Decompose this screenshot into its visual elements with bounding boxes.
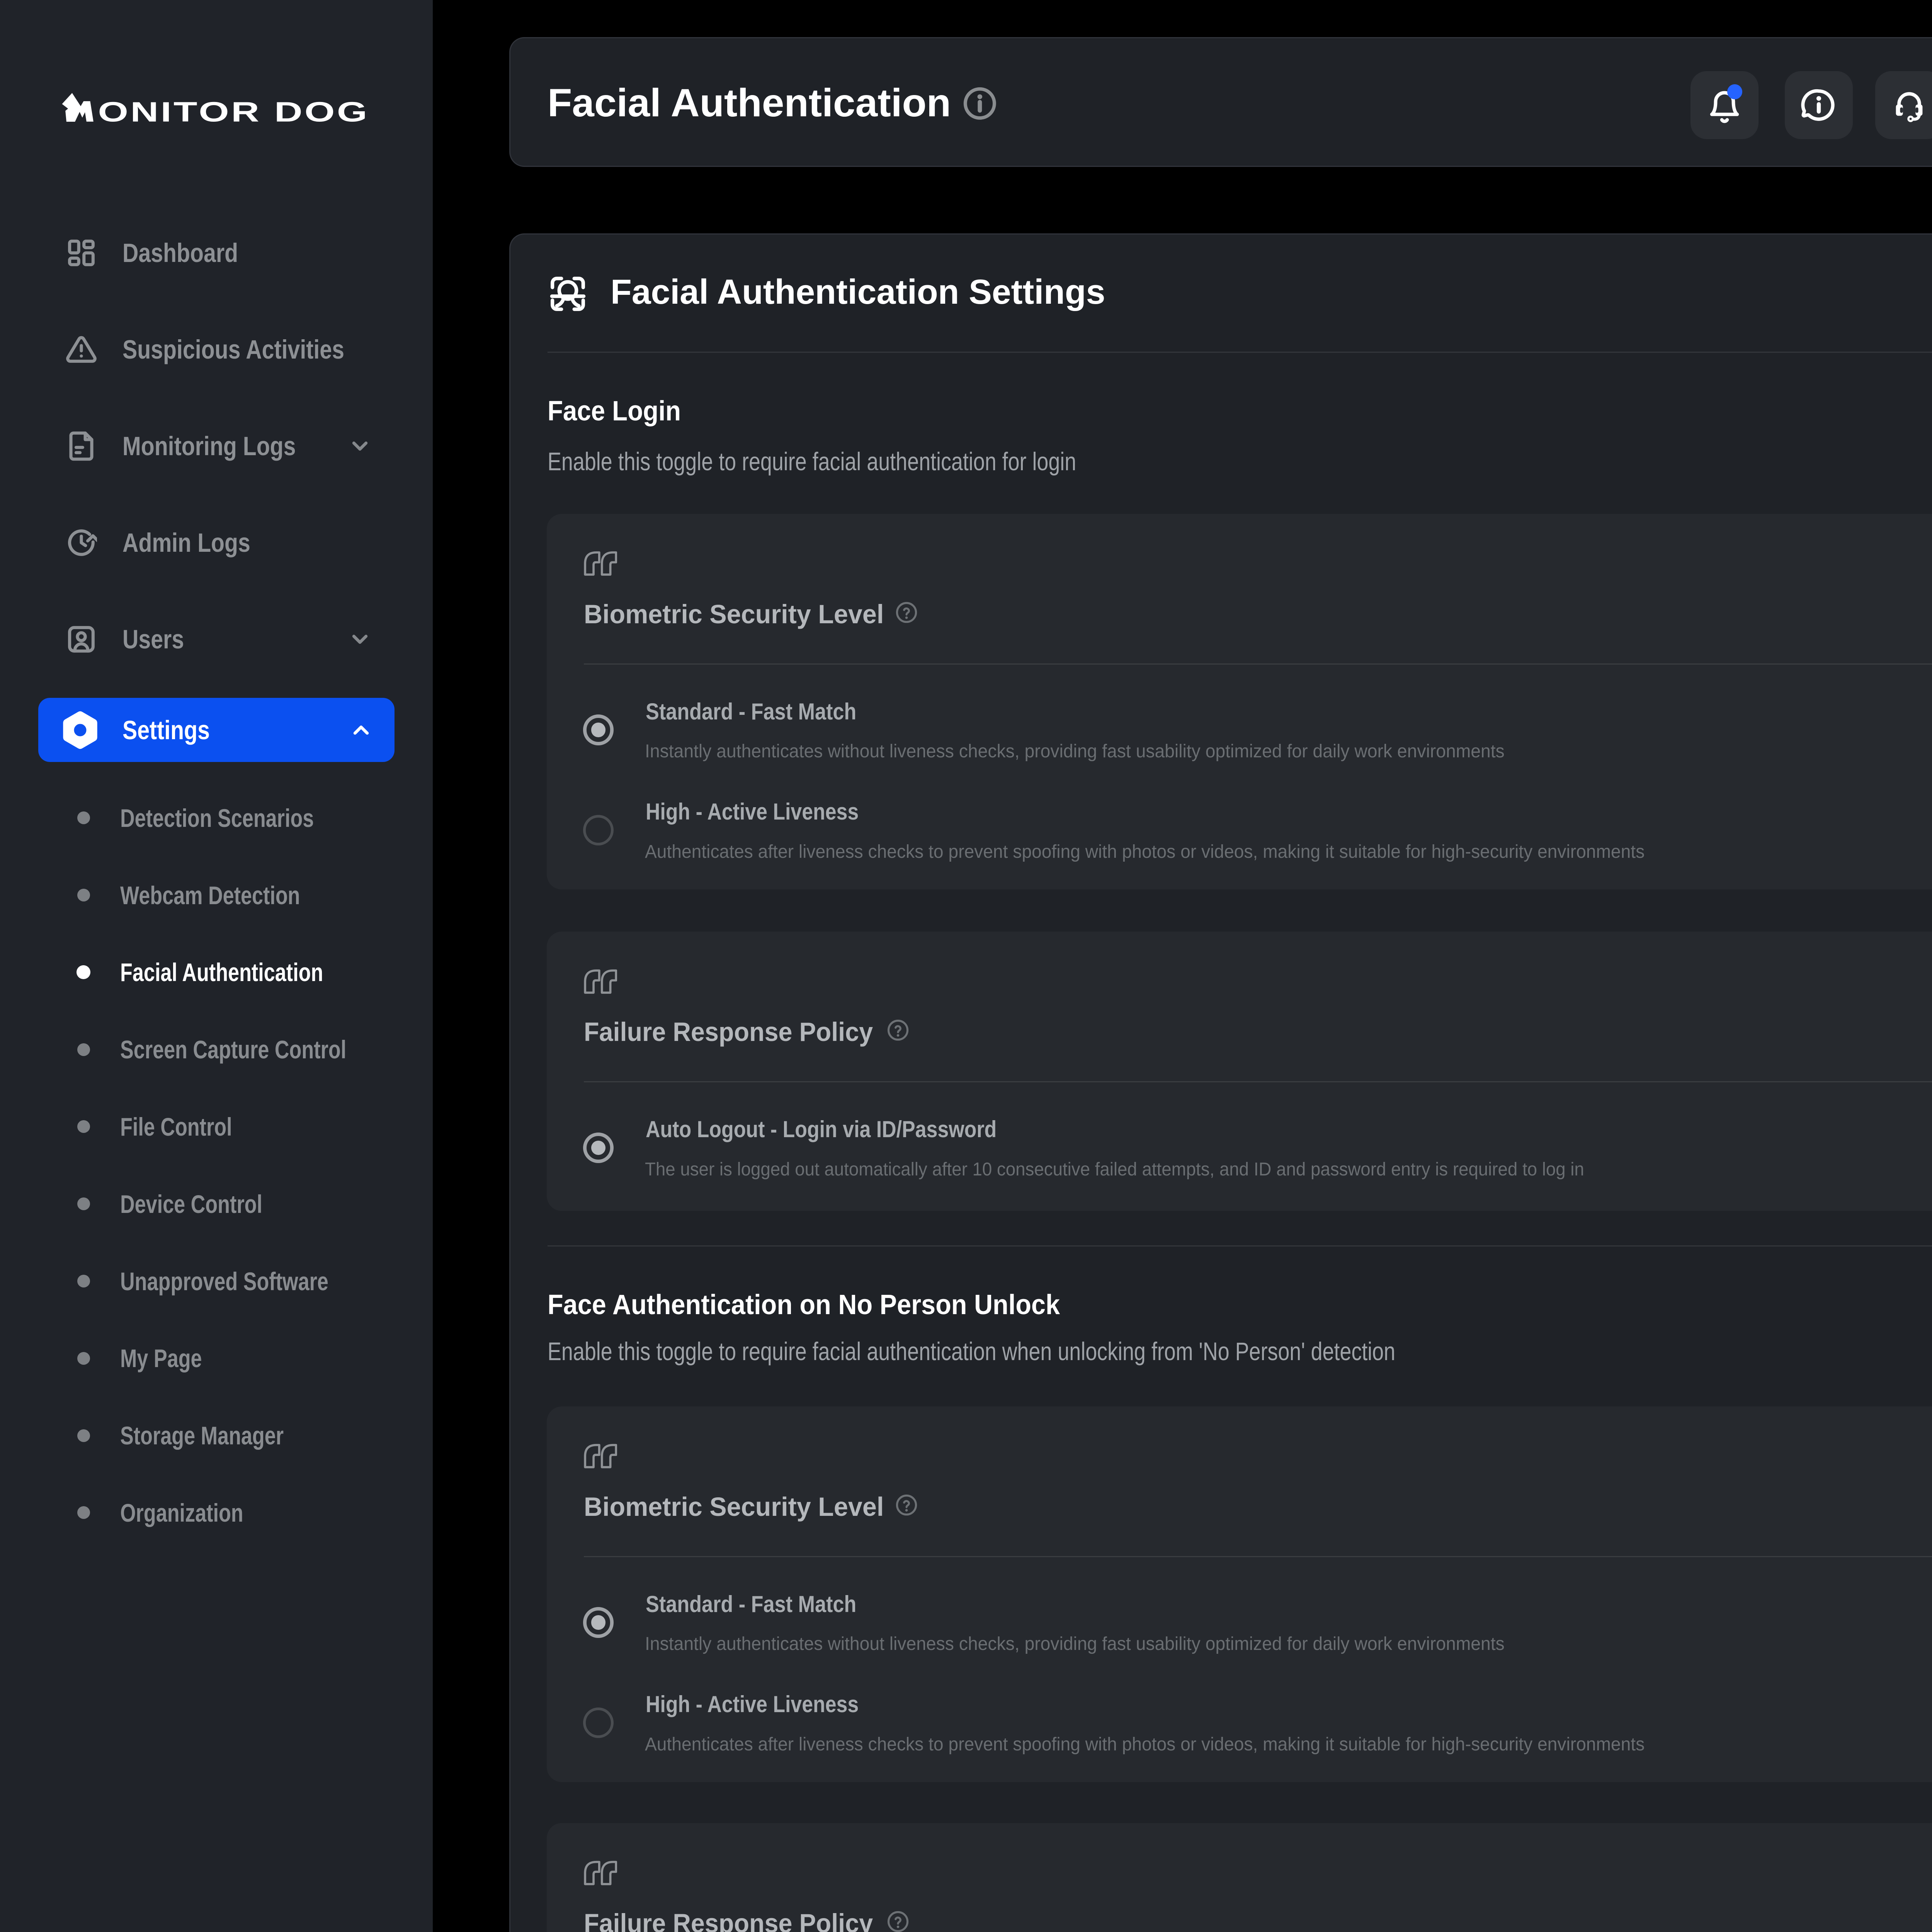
svg-text:ONITOR DOG: ONITOR DOG — [98, 97, 369, 125]
